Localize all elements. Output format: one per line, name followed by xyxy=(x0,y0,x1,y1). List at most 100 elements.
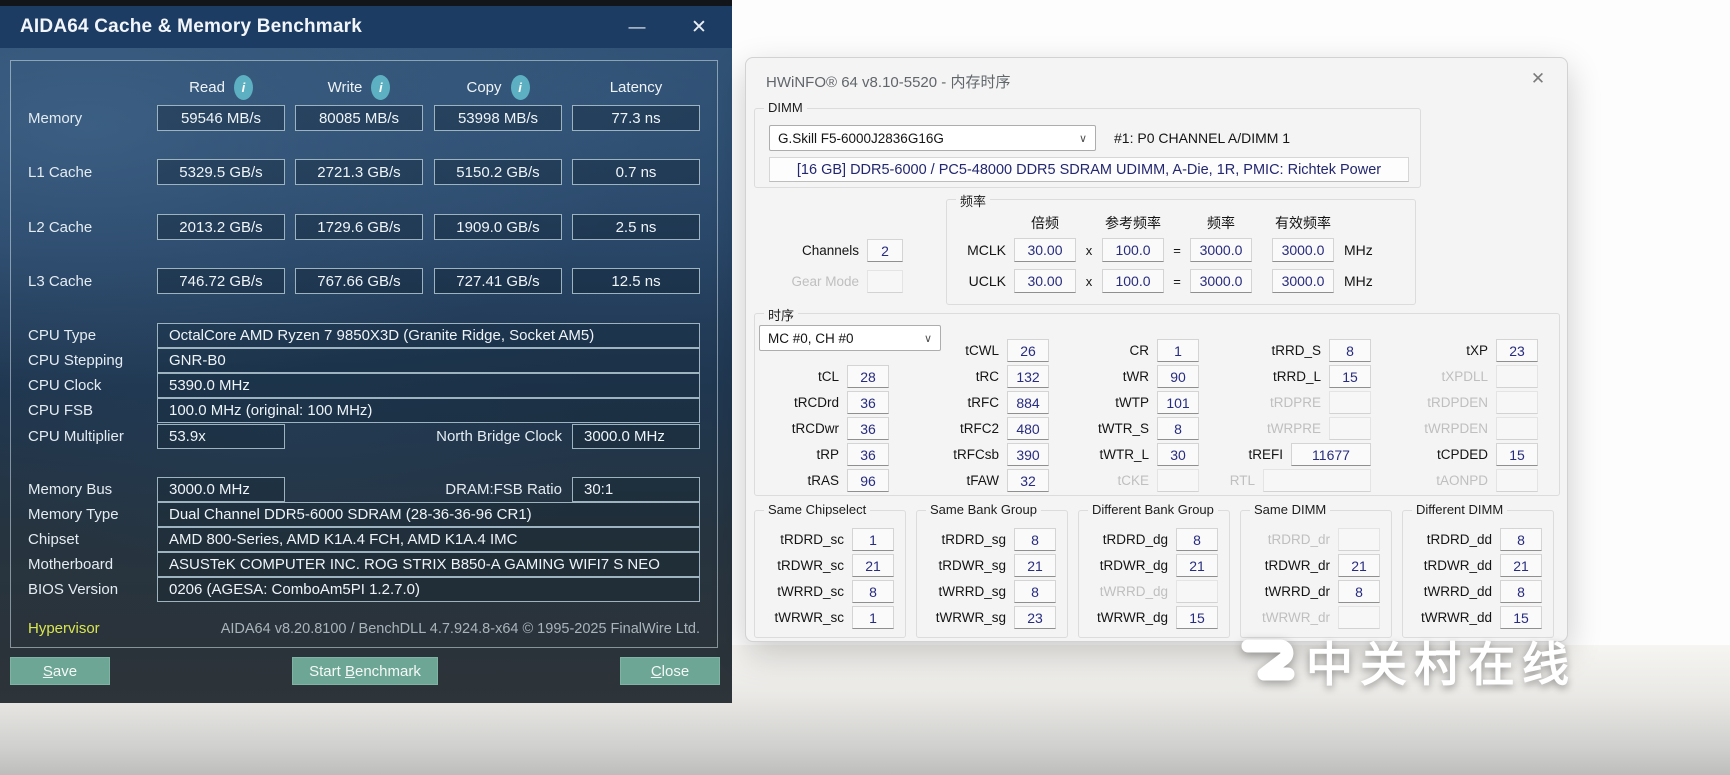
timing-field-twrwr-sc: tWRWR_sc1 xyxy=(759,606,894,629)
timing-value: 8 xyxy=(1176,528,1218,551)
column-header-write: Write i xyxy=(295,73,423,101)
memory-controller-value: MC #0, CH #0 xyxy=(768,331,854,346)
timing-label: tRDPDEN xyxy=(1403,395,1488,410)
timing-label: tXP xyxy=(1403,343,1488,358)
timing-label: tFAW xyxy=(914,473,999,488)
timing-field-trc: tRC132 xyxy=(914,365,1049,388)
timing-field-trdwr-dr: tRDWR_dr21 xyxy=(1245,554,1380,577)
hwinfo-window: HWiNFO® 64 v8.10-5520 - 内存时序 ✕ DIMM G.Sk… xyxy=(745,57,1568,642)
north-bridge-label: North Bridge Clock xyxy=(290,428,562,445)
timing-label: tWRRD_dg xyxy=(1083,584,1168,599)
info-row-value: 5390.0 MHz xyxy=(157,373,700,398)
timing-field-taonpd: tAONPD xyxy=(1403,469,1538,492)
frequency-group-title: 频率 xyxy=(956,191,990,210)
timing-label: tWRWR_dg xyxy=(1083,610,1168,625)
aida64-window: AIDA64 Cache & Memory Benchmark — ✕ Read… xyxy=(0,0,732,703)
bench-value: 2.5 ns xyxy=(572,214,700,240)
timing-label: tWRPDEN xyxy=(1403,421,1488,436)
hypervisor-label: Hypervisor xyxy=(28,620,100,637)
timing-value: 15 xyxy=(1329,365,1371,388)
equals-sign: = xyxy=(1164,243,1190,258)
bench-value: 59546 MB/s xyxy=(157,105,285,131)
write-header-label: Write xyxy=(328,79,363,96)
minimize-icon[interactable]: — xyxy=(620,6,654,48)
mclk-effective-value: 3000.0 xyxy=(1272,238,1334,262)
timing-label: tRDRD_sg xyxy=(921,532,1006,547)
timing-label: tRDRD_dr xyxy=(1245,532,1330,547)
info-row-label: Motherboard xyxy=(28,556,113,573)
bench-value: 12.5 ns xyxy=(572,268,700,294)
cpu-multiplier-value: 53.9x xyxy=(157,424,285,449)
timing-field-trdwr-sc: tRDWR_sc21 xyxy=(759,554,894,577)
timing-value: 884 xyxy=(1007,391,1049,414)
channels-label: Channels xyxy=(774,243,859,258)
dimm-select[interactable]: G.Skill F5-6000J2836G16G ∨ xyxy=(769,125,1096,151)
multiply-sign: x xyxy=(1076,274,1102,289)
timing-field-twrwr-sg: tWRWR_sg23 xyxy=(921,606,1056,629)
bench-row-label: L3 Cache xyxy=(28,273,92,290)
bench-value: 1729.6 GB/s xyxy=(295,214,423,240)
save-button[interactable]: Save xyxy=(10,657,110,685)
info-icon[interactable]: i xyxy=(234,75,253,100)
mclk-unit: MHz xyxy=(1344,242,1373,258)
timing-value xyxy=(1329,391,1371,414)
bench-value: 2013.2 GB/s xyxy=(157,214,285,240)
timing-value: 21 xyxy=(1500,554,1542,577)
bench-value: 0.7 ns xyxy=(572,159,700,185)
timing-value: 32 xyxy=(1007,469,1049,492)
timing-label: tRDRD_dg xyxy=(1083,532,1168,547)
bench-value: 727.41 GB/s xyxy=(434,268,562,294)
channels-field: Channels 2 xyxy=(774,239,903,262)
timing-label: tCL xyxy=(754,369,839,384)
info-icon[interactable]: i xyxy=(511,75,530,100)
timing-field-twr: tWR90 xyxy=(1064,365,1199,388)
timing-label: tWRRD_dd xyxy=(1407,584,1492,599)
uclk-multiplier-value: 30.00 xyxy=(1014,269,1076,293)
timing-field-twrpre: tWRPRE xyxy=(1236,417,1371,440)
timing-label: tWRRD_sc xyxy=(759,584,844,599)
bench-value: 77.3 ns xyxy=(572,105,700,131)
timing-label: tCWL xyxy=(914,343,999,358)
read-header-label: Read xyxy=(189,79,225,96)
timing-field-trdpden: tRDPDEN xyxy=(1403,391,1538,414)
column-header-read: Read i xyxy=(157,73,285,101)
group-title: Same Chipselect xyxy=(764,502,870,517)
bench-row-label: L1 Cache xyxy=(28,164,92,181)
dimm-select-value: G.Skill F5-6000J2836G16G xyxy=(778,131,944,146)
timing-value: 8 xyxy=(1338,580,1380,603)
timing-label: tCPDED xyxy=(1403,447,1488,462)
timing-value: 101 xyxy=(1157,391,1199,414)
timings-group-title: 时序 xyxy=(764,305,798,324)
timing-field-trefi: tREFI11677 xyxy=(1198,443,1371,466)
timing-field-trfc2: tRFC2480 xyxy=(914,417,1049,440)
close-icon[interactable]: ✕ xyxy=(1525,67,1551,91)
timing-field-trdrd-dr: tRDRD_dr xyxy=(1245,528,1380,551)
close-button[interactable]: Close xyxy=(620,657,720,685)
timing-field-txpdll: tXPDLL xyxy=(1403,365,1538,388)
watermark-text: 中关村在线 xyxy=(1306,626,1576,695)
timing-value: 8 xyxy=(1500,580,1542,603)
timing-value: 21 xyxy=(1176,554,1218,577)
timing-label: tRRD_L xyxy=(1236,369,1321,384)
timing-field-trdrd-dd: tRDRD_dd8 xyxy=(1407,528,1542,551)
timing-label: tCKE xyxy=(1064,473,1149,488)
timing-field-twrpden: tWRPDEN xyxy=(1403,417,1538,440)
info-row-value: OctalCore AMD Ryzen 7 9850X3D (Granite R… xyxy=(157,323,700,348)
timing-label: tWTR_L xyxy=(1064,447,1149,462)
timing-field-trcdwr: tRCDwr36 xyxy=(754,417,889,440)
freq-header-reference: 参考频率 xyxy=(1093,213,1173,233)
aida64-body: Read i Write i Copy i Latency Memory 595… xyxy=(0,48,732,703)
freq-row-mclk: MCLK 30.00 x 100.0 = 3000.0 3000.0 MHz xyxy=(961,238,1373,262)
timing-field-twrrd-dg: tWRRD_dg xyxy=(1083,580,1218,603)
timing-field-tras: tRAS96 xyxy=(754,469,889,492)
close-icon[interactable]: ✕ xyxy=(682,6,716,48)
timing-field-trdrd-dg: tRDRD_dg 8 xyxy=(1083,528,1218,551)
start-benchmark-button[interactable]: Start Benchmark xyxy=(292,657,438,685)
timing-value: 15 xyxy=(1496,443,1538,466)
aida64-titlebar: AIDA64 Cache & Memory Benchmark — ✕ xyxy=(0,6,732,48)
timing-label: tWRRD_dr xyxy=(1245,584,1330,599)
timing-label: RTL xyxy=(1170,473,1255,488)
timing-value: 21 xyxy=(852,554,894,577)
timing-label: tRP xyxy=(754,447,839,462)
info-icon[interactable]: i xyxy=(371,75,390,100)
